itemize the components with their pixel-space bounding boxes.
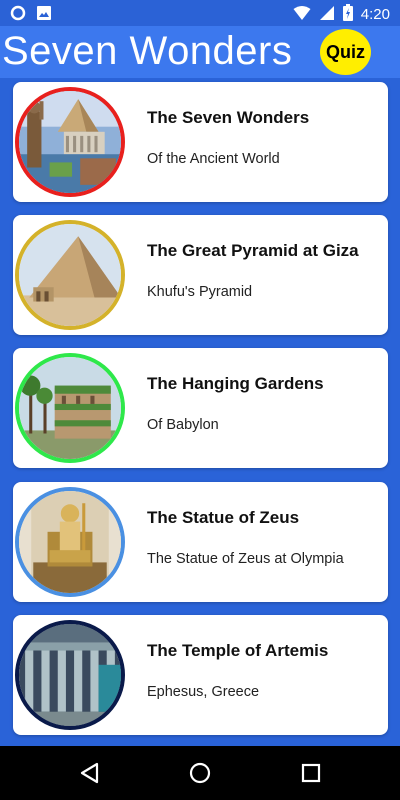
seven-wonders-collage-image: [15, 87, 125, 197]
app-title: Seven Wonders: [2, 29, 293, 73]
temple-of-artemis-image: [15, 620, 125, 730]
wonders-list: The Seven Wonders Of the Ancient World T…: [0, 78, 400, 746]
statue-of-zeus-image: [15, 487, 125, 597]
card-title: The Temple of Artemis: [147, 641, 329, 660]
quiz-button[interactable]: Quiz: [320, 29, 371, 75]
wifi-icon: [293, 5, 311, 25]
card-title: The Great Pyramid at Giza: [147, 241, 359, 260]
status-time: 4:20: [360, 6, 390, 23]
app-bar: Seven Wonders Quiz: [0, 26, 400, 78]
back-icon[interactable]: [77, 760, 103, 786]
wonder-card-temple-of-artemis[interactable]: The Temple of Artemis Ephesus, Greece: [13, 615, 388, 735]
wonder-card-hanging-gardens[interactable]: The Hanging Gardens Of Babylon: [13, 348, 388, 468]
wonder-card-seven-wonders[interactable]: The Seven Wonders Of the Ancient World: [13, 82, 388, 202]
card-subtitle: Khufu's Pyramid: [147, 284, 253, 300]
card-title: The Seven Wonders: [147, 108, 310, 127]
card-subtitle: Of Babylon: [147, 417, 219, 433]
card-subtitle: Ephesus, Greece: [147, 684, 260, 700]
status-bar: 4:20: [0, 0, 400, 26]
home-icon[interactable]: [187, 760, 213, 786]
wonder-card-statue-of-zeus[interactable]: The Statue of Zeus The Statue of Zeus at…: [13, 482, 388, 602]
signal-icon: [319, 5, 335, 25]
circle-notification-icon: [10, 5, 26, 26]
great-pyramid-image: [15, 220, 125, 330]
card-subtitle: The Statue of Zeus at Olympia: [147, 551, 344, 567]
image-notification-icon: [36, 5, 52, 26]
card-title: The Statue of Zeus: [147, 508, 300, 527]
card-title: The Hanging Gardens: [147, 374, 324, 393]
battery-charging-icon: [342, 4, 353, 25]
navigation-bar: [0, 746, 400, 800]
recents-icon[interactable]: [298, 760, 324, 786]
card-subtitle: Of the Ancient World: [147, 151, 280, 167]
hanging-gardens-image: [15, 353, 125, 463]
wonder-card-great-pyramid[interactable]: The Great Pyramid at Giza Khufu's Pyrami…: [13, 215, 388, 335]
